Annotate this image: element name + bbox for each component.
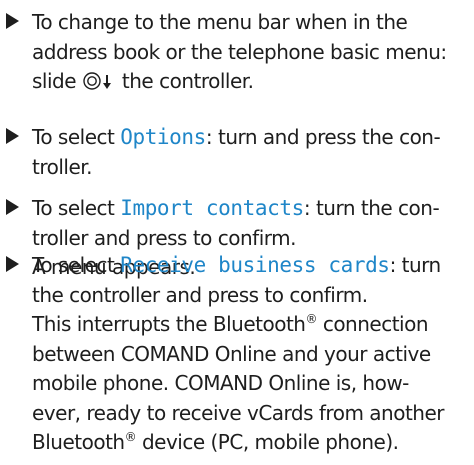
step-line: To change to the menu bar when in the xyxy=(32,10,408,34)
step-line-text: device (PC, mobile phone). xyxy=(136,430,399,454)
step-line-text: the controller. xyxy=(121,69,254,93)
step-line: slide the controller. xyxy=(32,67,468,100)
step-text: To select Options: turn and press the co… xyxy=(32,123,468,182)
step-line: between COMAND Online and your active xyxy=(32,341,431,366)
step-bullet-icon xyxy=(6,256,19,272)
step-line: To select Import contacts: turn the con- xyxy=(32,194,468,224)
step-line-text: Bluetooth xyxy=(32,430,125,454)
step-line: troller. xyxy=(32,154,93,179)
step-bullet-icon xyxy=(6,199,19,215)
step-line: To select Receive business cards: turn xyxy=(32,251,468,281)
step-line: the controller and press to confirm. xyxy=(32,282,368,307)
menu-item-receive-business-cards: Receive business cards xyxy=(120,253,390,277)
registered-mark: ® xyxy=(124,430,137,444)
step-line-text: : turn and press the con- xyxy=(205,125,441,149)
step-line: mobile phone. COMAND Online is, how- xyxy=(32,371,409,395)
step-line-text: To select xyxy=(32,196,115,220)
step-line: This interrupts the Bluetooth® connectio… xyxy=(32,310,468,340)
step-line: ever, ready to receive vCards from anoth… xyxy=(32,400,445,425)
step-line-text: This interrupts the Bluetooth xyxy=(32,312,306,336)
step-line-text: To select xyxy=(32,125,115,149)
step-line-text: connection xyxy=(316,312,429,336)
step-select-options: To select Options: turn and press the co… xyxy=(6,123,468,182)
instruction-document: To change to the menu bar when in the ad… xyxy=(0,0,474,465)
registered-mark: ® xyxy=(305,312,317,326)
step-text: To select Receive business cards: turn t… xyxy=(32,251,468,458)
step-line: To select Options: turn and press the co… xyxy=(32,123,468,153)
step-bullet-icon xyxy=(6,13,19,29)
step-line: Bluetooth® device (PC, mobile phone). xyxy=(32,428,468,458)
step-line: troller and press to confirm. xyxy=(32,225,296,250)
menu-item-import-contacts: Import contacts xyxy=(120,196,304,220)
step-select-receive-business-cards: To select Receive business cards: turn t… xyxy=(6,251,468,458)
step-line-text: To select xyxy=(32,253,115,277)
menu-item-options: Options xyxy=(120,125,206,149)
controller-slide-down-icon xyxy=(82,70,116,100)
step-bullet-icon xyxy=(6,128,19,144)
step-change-to-menu-bar: To change to the menu bar when in the ad… xyxy=(6,8,468,100)
step-text: To change to the menu bar when in the ad… xyxy=(32,8,468,100)
step-line-text: : turn the con- xyxy=(303,196,440,220)
step-line-text: slide xyxy=(32,69,77,93)
step-line-text: : turn xyxy=(389,253,442,277)
step-line: address book or the telephone basic menu… xyxy=(32,39,447,64)
